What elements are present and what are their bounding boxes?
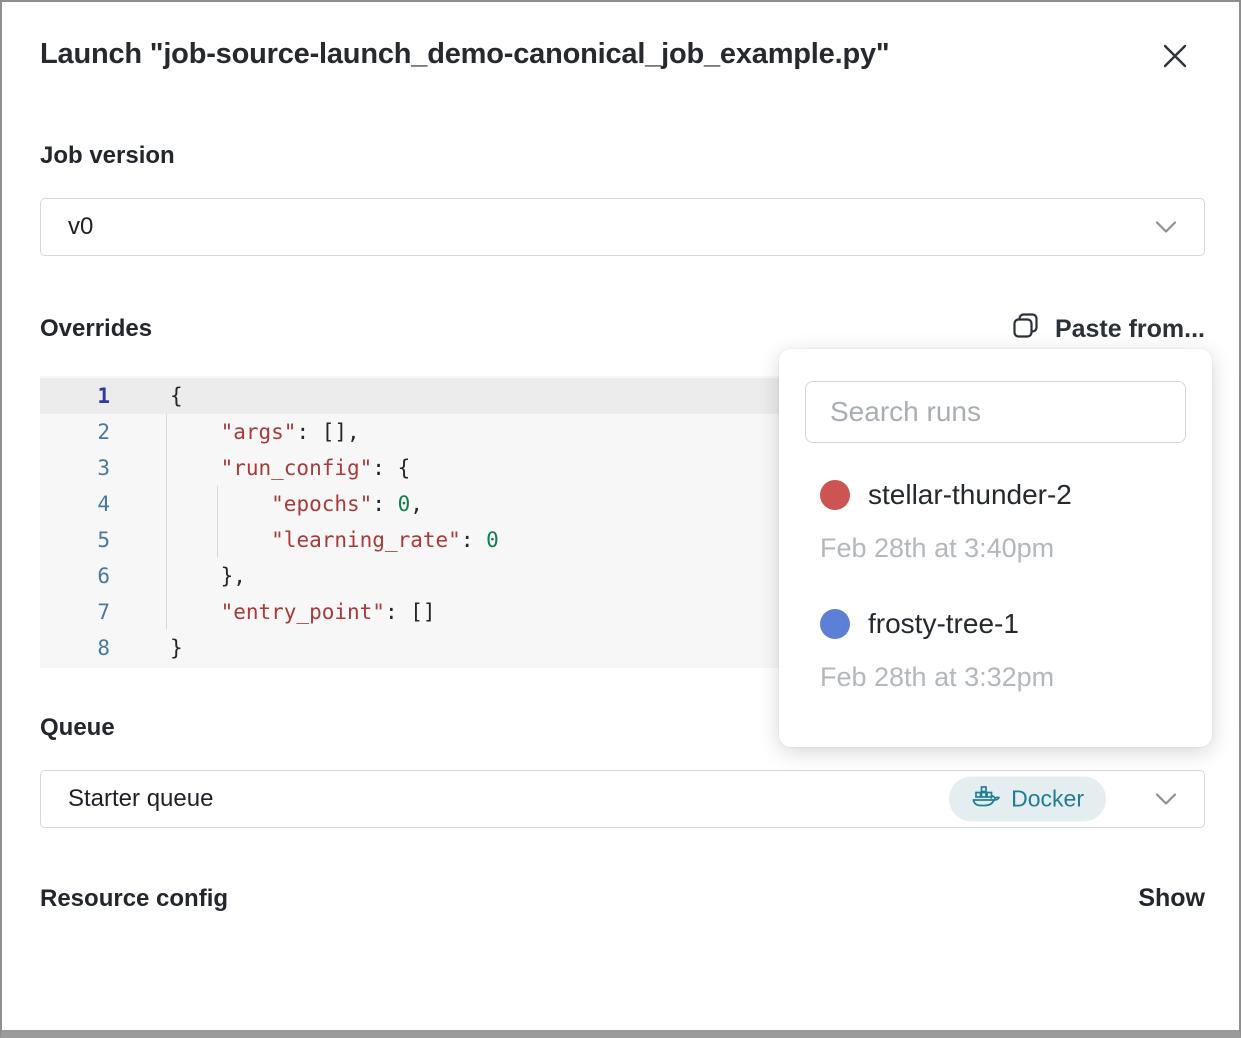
search-runs-input[interactable]	[805, 381, 1186, 443]
line-number: 7	[40, 594, 135, 630]
chevron-down-icon	[1154, 792, 1178, 807]
dialog-title: Launch "job-source-launch_demo-canonical…	[40, 38, 889, 71]
run-date: Feb 28th at 3:32pm	[820, 662, 1186, 693]
paste-from-button[interactable]: Paste from...	[1010, 310, 1205, 348]
close-button[interactable]	[1159, 40, 1191, 72]
overrides-label: Overrides	[40, 315, 152, 343]
line-number: 8	[40, 630, 135, 666]
job-version-value: v0	[68, 213, 93, 241]
run-date: Feb 28th at 3:40pm	[820, 533, 1186, 564]
run-name: stellar-thunder-2	[868, 479, 1072, 511]
paste-from-label: Paste from...	[1055, 315, 1205, 344]
line-number: 5	[40, 522, 135, 558]
run-item[interactable]: stellar-thunder-2 Feb 28th at 3:40pm	[820, 479, 1186, 564]
paste-from-runs-popup: stellar-thunder-2 Feb 28th at 3:40pm frost…	[779, 349, 1212, 747]
run-name: frosty-tree-1	[868, 608, 1019, 640]
line-number: 3	[40, 450, 135, 486]
job-version-select[interactable]: v0	[40, 198, 1205, 256]
docker-badge-label: Docker	[1011, 786, 1084, 813]
line-number: 4	[40, 486, 135, 522]
indent-guide	[217, 486, 218, 558]
resource-config-row: Resource config Show	[40, 884, 1205, 913]
close-icon	[1159, 60, 1191, 75]
resource-config-show-button[interactable]: Show	[1138, 884, 1205, 913]
dialog-header: Launch "job-source-launch_demo-canonical…	[40, 38, 1205, 72]
resource-config-label: Resource config	[40, 885, 228, 913]
line-number: 6	[40, 558, 135, 594]
queue-select[interactable]: Starter queue Docker	[40, 770, 1205, 828]
indent-guide	[166, 414, 167, 630]
line-number: 1	[40, 378, 135, 414]
docker-whale-icon	[971, 783, 1001, 815]
queue-value: Starter queue	[68, 785, 213, 813]
runs-list: stellar-thunder-2 Feb 28th at 3:40pm frost…	[805, 479, 1186, 693]
overrides-header: Overrides Paste from...	[40, 310, 1205, 348]
line-number: 2	[40, 414, 135, 450]
copy-icon	[1010, 310, 1041, 348]
run-color-dot	[820, 609, 850, 639]
job-version-label: Job version	[40, 142, 1205, 170]
launch-job-dialog: Launch "job-source-launch_demo-canonical…	[0, 0, 1241, 1038]
run-color-dot	[820, 480, 850, 510]
chevron-down-icon	[1154, 220, 1178, 235]
run-item[interactable]: frosty-tree-1 Feb 28th at 3:32pm	[820, 608, 1186, 693]
docker-badge: Docker	[949, 777, 1106, 822]
